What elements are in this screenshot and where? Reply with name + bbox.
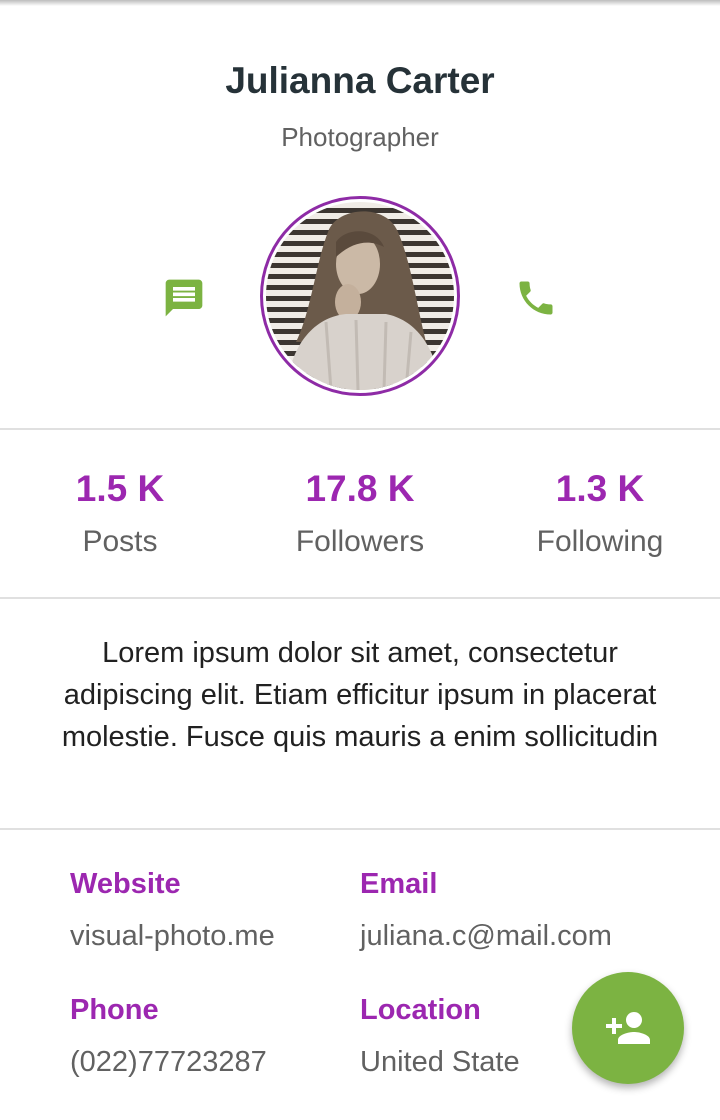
phone-label: Phone [70,994,159,1026]
message-icon[interactable] [162,276,206,320]
divider [0,828,720,830]
stat-value: 1.3 K [555,468,645,509]
stat-label: Following [536,525,664,558]
location-value: United State [360,1046,520,1078]
website-label: Website [70,868,181,900]
profile-role: Photographer [281,122,439,152]
profile-screen: Julianna Carter Photographer 1.5 K Posts… [0,0,720,1120]
avatar[interactable] [260,196,460,396]
profile-name: Julianna Carter [225,60,495,101]
location-label: Location [360,994,481,1026]
stat-label: Posts [82,525,158,558]
phone-number[interactable]: (022)77723287 [70,1044,267,1080]
stat-following[interactable]: 1.3 K Following [480,466,720,560]
email-label: Email [360,868,438,900]
phone-info: Phone (022)77723287 [70,992,267,1080]
email-info: Email juliana.c@mail.com [360,866,612,954]
person-add-icon [606,1012,650,1044]
email-link[interactable]: juliana.c@mail.com [360,918,612,954]
avatar-photo [266,202,454,390]
website-link[interactable]: visual-photo.me [70,918,275,954]
divider [0,428,720,430]
stat-label: Followers [295,525,425,558]
stat-value: 17.8 K [305,468,415,509]
app-bar-shadow [0,0,720,6]
divider [0,597,720,599]
bio-text: Lorem ipsum dolor sit amet, consectetur … [61,637,659,753]
location-info: Location United State [360,992,520,1080]
stat-value: 1.5 K [75,468,165,509]
stat-posts[interactable]: 1.5 K Posts [0,466,240,560]
stat-followers[interactable]: 17.8 K Followers [240,466,480,560]
add-friend-button[interactable] [572,972,684,1084]
phone-icon[interactable] [514,276,558,320]
website-info: Website visual-photo.me [70,866,275,954]
